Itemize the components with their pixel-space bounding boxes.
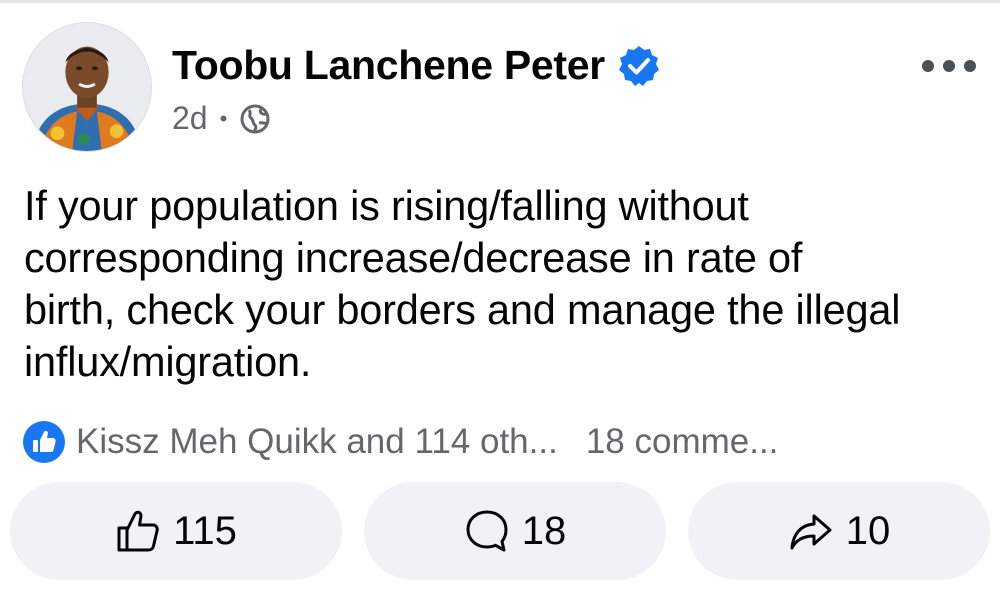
engagement-stats: Kissz Meh Quikk and 114 oth... 18 comme.…	[22, 418, 982, 466]
author-name[interactable]: Toobu Lanchene Peter	[172, 42, 605, 89]
comment-bubble-icon	[466, 510, 508, 552]
share-arrow-icon	[790, 514, 832, 550]
more-options-button[interactable]	[922, 52, 976, 80]
more-dot-icon	[922, 60, 934, 72]
like-button[interactable]: 115	[10, 482, 342, 580]
avatar[interactable]	[22, 22, 152, 152]
avatar-image	[23, 23, 151, 151]
top-divider	[0, 0, 1000, 3]
share-button[interactable]: 10	[688, 482, 990, 580]
reactions-summary[interactable]: Kissz Meh Quikk and 114 oth...	[76, 422, 558, 462]
post-meta: 2d •	[172, 100, 271, 137]
comment-count: 18	[521, 508, 567, 553]
post-text-line: birth, check your borders and manage the…	[24, 286, 901, 333]
comments-summary[interactable]: 18 comme...	[586, 422, 779, 462]
author-name-row: Toobu Lanchene Peter	[172, 42, 661, 89]
post-text: If your population is rising/falling wit…	[24, 180, 979, 388]
post-text-line: corresponding increase/decrease in rate …	[24, 234, 803, 281]
post-text-line: If your population is rising/falling wit…	[24, 182, 749, 229]
meta-separator: •	[219, 105, 228, 131]
thumbs-up-icon	[117, 510, 159, 552]
like-count: 115	[173, 508, 237, 553]
verified-badge-icon	[618, 45, 659, 86]
post-text-line: influx/migration.	[24, 338, 312, 385]
like-reaction-icon	[23, 421, 65, 463]
action-bar: 115 18 10	[10, 482, 990, 580]
comment-button[interactable]: 18	[364, 482, 666, 580]
more-dot-icon	[964, 60, 976, 72]
more-dot-icon	[943, 60, 955, 72]
globe-icon	[240, 104, 270, 133]
share-count: 10	[845, 508, 891, 553]
post-time[interactable]: 2d	[172, 100, 208, 137]
